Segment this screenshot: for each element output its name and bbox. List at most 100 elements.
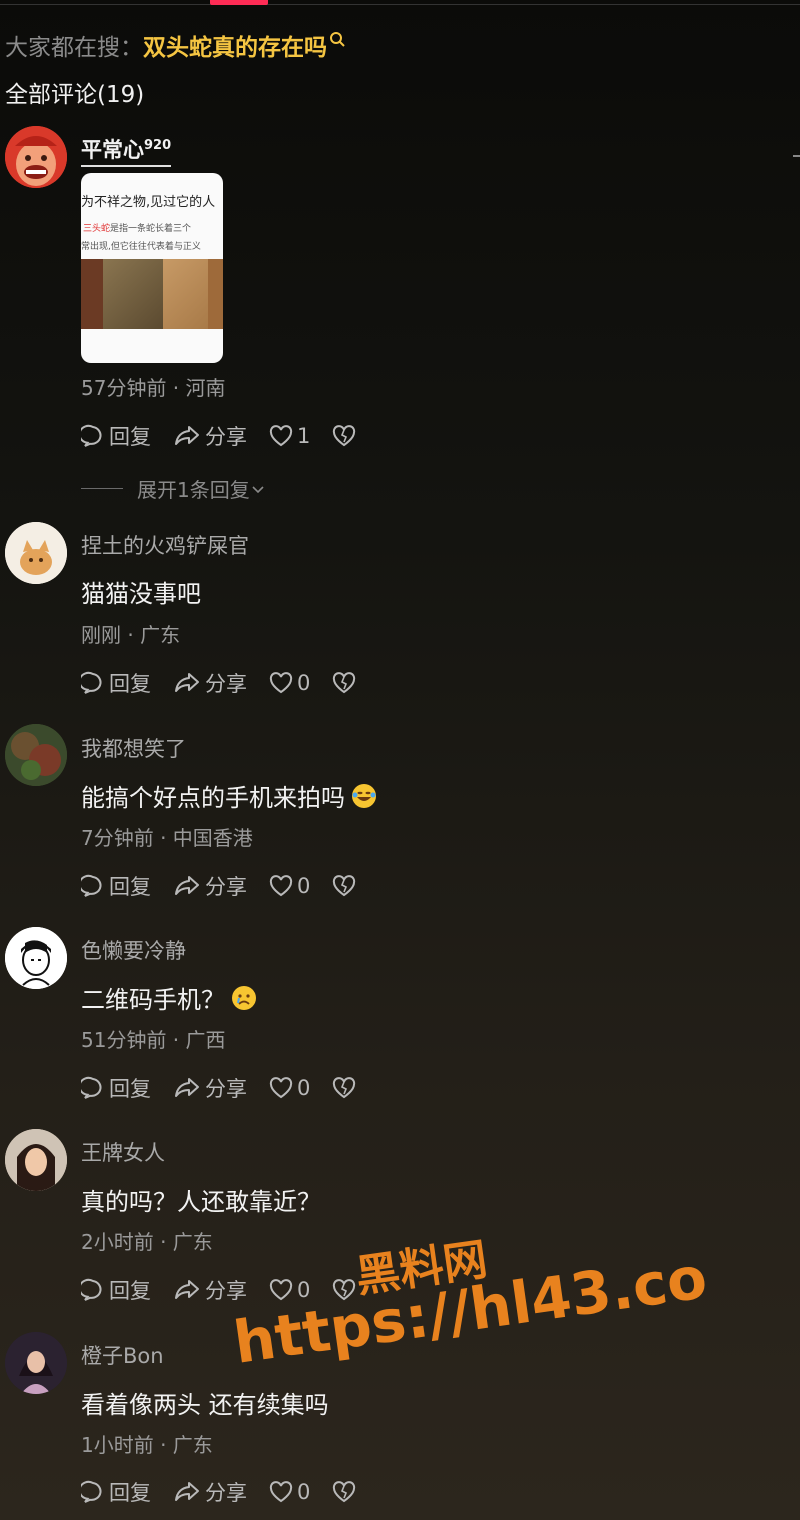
username-badge: 920: [144, 138, 172, 153]
share-button[interactable]: 分享: [173, 1477, 247, 1507]
heart-icon: [269, 425, 293, 447]
attachment-text-line: 三头蛇是指一条蛇长着三个: [83, 221, 191, 234]
reply-label: 回复: [109, 1481, 151, 1505]
share-icon: [175, 673, 199, 692]
search-suggestion-term[interactable]: 双头蛇真的存在吗: [143, 28, 327, 62]
search-icon[interactable]: [329, 31, 347, 49]
chevron-down-icon: [252, 485, 264, 493]
reply-label: 回复: [109, 425, 151, 449]
dislike-button[interactable]: [332, 1077, 360, 1099]
reply-icon: [81, 1076, 102, 1099]
dislike-button[interactable]: [332, 425, 360, 447]
like-button[interactable]: 0: [269, 874, 310, 898]
comment-text-body: 看着像两头 还有续集吗: [81, 1391, 329, 1419]
avatar[interactable]: [5, 724, 67, 786]
comment-actions: 回复 分享 0: [81, 668, 360, 698]
comment-text: 能搞个好点的手机来拍吗: [81, 778, 377, 813]
attachment-photo: [81, 259, 223, 329]
active-tab-indicator: [210, 0, 268, 5]
comment-username[interactable]: 捏土的火鸡铲屎官: [81, 530, 249, 560]
comment-text-body: 二维码手机？: [81, 986, 225, 1014]
share-button[interactable]: 分享: [173, 668, 247, 698]
dislike-button[interactable]: [332, 1481, 360, 1503]
attachment-text-rest: 是指一条蛇长着三个: [110, 224, 192, 234]
comment-text: 真的吗？人还敢靠近？: [81, 1182, 321, 1217]
reply-button[interactable]: 回复: [81, 421, 151, 451]
comment-username[interactable]: 王牌女人: [81, 1137, 165, 1167]
share-icon: [175, 1078, 199, 1097]
comment-meta: 7分钟前 · 中国香港: [81, 826, 253, 850]
comment-username[interactable]: 色懒要冷静: [81, 935, 186, 965]
comment-image-attachment[interactable]: 为不祥之物,见过它的人 三头蛇是指一条蛇长着三个 常出现,但它往往代表着与正义: [81, 173, 223, 363]
comment-text-body: 真的吗？人还敢靠近？: [81, 1188, 321, 1216]
like-count: 0: [297, 1480, 311, 1504]
heart-icon: [269, 1481, 293, 1503]
crying-emoji-icon: [231, 985, 257, 1011]
comment-text-body: 能搞个好点的手机来拍吗: [81, 784, 345, 812]
comment-text: 看着像两头 还有续集吗: [81, 1385, 329, 1420]
reply-button[interactable]: 回复: [81, 1073, 151, 1103]
like-button[interactable]: 0: [269, 671, 310, 695]
broken-heart-icon: [333, 425, 356, 447]
reply-button[interactable]: 回复: [81, 871, 151, 901]
comments-count-header: 全部评论(19): [5, 82, 145, 108]
comment-username[interactable]: 平常心920: [81, 134, 172, 167]
share-label: 分享: [205, 672, 247, 696]
reply-icon: [81, 424, 102, 447]
comment-meta: 57分钟前 · 河南: [81, 376, 226, 400]
avatar[interactable]: [5, 1129, 67, 1191]
comment-text-body: 猫猫没事吧: [81, 580, 201, 608]
avatar[interactable]: [5, 1332, 67, 1394]
reply-button[interactable]: 回复: [81, 668, 151, 698]
share-label: 分享: [205, 1279, 247, 1303]
comment-meta: 1小时前 · 广东: [81, 1433, 213, 1457]
like-count: 1: [297, 424, 311, 448]
attachment-text-line: 为不祥之物,见过它的人: [81, 195, 216, 210]
expand-replies-label: 展开1条回复: [137, 478, 250, 502]
share-button[interactable]: 分享: [173, 871, 247, 901]
dislike-button[interactable]: [332, 875, 360, 897]
reply-button[interactable]: 回复: [81, 1477, 151, 1507]
avatar[interactable]: [5, 522, 67, 584]
reply-icon: [81, 671, 102, 694]
comment-username[interactable]: 我都想笑了: [81, 733, 186, 763]
comment-username[interactable]: 橙子Bon: [81, 1340, 164, 1370]
comment-text: 二维码手机？: [81, 980, 257, 1015]
avatar[interactable]: [5, 927, 67, 989]
comment-actions: 回复 分享 0: [81, 1073, 360, 1103]
like-count: 0: [297, 1076, 311, 1100]
like-button[interactable]: 1: [269, 424, 310, 448]
like-count: 0: [297, 874, 311, 898]
attachment-text-line: 常出现,但它往往代表着与正义: [81, 242, 201, 252]
username-text: 平常心: [81, 138, 144, 162]
reply-label: 回复: [109, 1279, 151, 1303]
comment-meta: 刚刚 · 广东: [81, 623, 181, 647]
like-count: 0: [297, 671, 311, 695]
like-button[interactable]: 0: [269, 1480, 310, 1504]
search-suggestion-prefix: 大家都在搜：: [5, 35, 143, 61]
attachment-highlight-text: 三头蛇: [83, 224, 111, 234]
share-button[interactable]: 分享: [173, 1073, 247, 1103]
comment-actions: 回复 分享 1: [81, 421, 360, 451]
comment-actions: 回复 分享 0: [81, 1477, 360, 1507]
search-suggestion[interactable]: 大家都在搜： 双头蛇真的存在吗: [5, 28, 347, 62]
reply-label: 回复: [109, 672, 151, 696]
comment-text: 猫猫没事吧: [81, 574, 201, 609]
broken-heart-icon: [333, 1481, 356, 1503]
scroll-indicator: [793, 155, 800, 157]
heart-icon: [269, 875, 293, 897]
comment-actions: 回复 分享 0: [81, 871, 360, 901]
reply-button[interactable]: 回复: [81, 1275, 151, 1305]
heart-icon: [269, 1077, 293, 1099]
share-label: 分享: [205, 1481, 247, 1505]
expand-replies-button[interactable]: 展开1条回复: [81, 474, 266, 503]
rofl-emoji-icon: [351, 783, 377, 809]
reply-icon: [81, 1480, 102, 1503]
dislike-button[interactable]: [332, 672, 360, 694]
reply-icon: [81, 1278, 102, 1301]
share-button[interactable]: 分享: [173, 1275, 247, 1305]
reply-label: 回复: [109, 875, 151, 899]
like-button[interactable]: 0: [269, 1076, 310, 1100]
share-button[interactable]: 分享: [173, 421, 247, 451]
avatar[interactable]: [5, 126, 67, 188]
